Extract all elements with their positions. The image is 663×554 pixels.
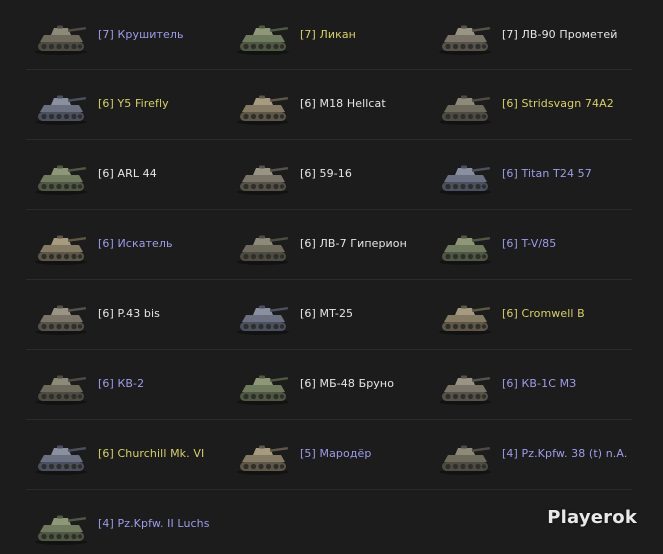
tank-name: [6] Cromwell B [502, 307, 585, 320]
tank-icon [436, 224, 494, 266]
tank-icon [234, 84, 292, 126]
tank-name: [6] T-V/85 [502, 237, 557, 250]
watermark-logo: Playerok [547, 507, 637, 528]
tank-icon [439, 375, 491, 405]
tank-row: [6] Искатель [6] ЛВ-7 Гиперион [6] T-V/8… [26, 210, 632, 280]
tank-icon [439, 165, 491, 195]
tank-icon [439, 305, 491, 335]
tank-item[interactable]: [6] M18 Hellcat [228, 70, 430, 139]
tank-name: [6] МБ-48 Бруно [300, 377, 395, 390]
tank-name: [5] Мародёр [300, 447, 372, 460]
tank-name: [6] КВ-2 [98, 377, 145, 390]
tank-list: [7] Крушитель [7] Ликан [7] ЛВ-90 Промет… [26, 0, 632, 554]
tank-icon [237, 445, 289, 475]
tank-name: [6] Y5 Firefly [98, 97, 169, 110]
tank-item[interactable]: [6] T-V/85 [430, 210, 632, 279]
tank-item[interactable]: [7] Крушитель [26, 0, 228, 69]
tank-icon [35, 235, 87, 265]
tank-icon [436, 294, 494, 336]
tank-name: [4] Pz.Kpfw. II Luchs [98, 517, 210, 530]
tank-icon [32, 364, 90, 406]
tank-item[interactable]: [6] Stridsvagn 74A2 [430, 70, 632, 139]
tank-row: [4] Pz.Kpfw. II Luchs [26, 490, 632, 554]
tank-item[interactable]: [6] 59-16 [228, 140, 430, 209]
tank-icon [32, 434, 90, 476]
tank-icon [237, 235, 289, 265]
tank-icon [436, 364, 494, 406]
tank-name: [7] Ликан [300, 28, 356, 41]
tank-icon [35, 305, 87, 335]
tank-icon [234, 364, 292, 406]
tank-icon [234, 154, 292, 196]
tank-item[interactable]: [6] Titan T24 57 [430, 140, 632, 209]
tank-icon [234, 224, 292, 266]
tank-name: [6] ARL 44 [98, 167, 157, 180]
tank-icon [234, 434, 292, 476]
tank-row: [7] Крушитель [7] Ликан [7] ЛВ-90 Промет… [26, 0, 632, 70]
tank-item[interactable]: [6] P.43 bis [26, 280, 228, 349]
tank-icon [436, 434, 494, 476]
tank-name: [6] Искатель [98, 237, 173, 250]
tank-icon [436, 154, 494, 196]
tank-icon [32, 84, 90, 126]
tank-item[interactable]: [6] Churchill Mk. VI [26, 420, 228, 489]
tank-item[interactable]: [6] ЛВ-7 Гиперион [228, 210, 430, 279]
tank-icon [32, 294, 90, 336]
tank-item[interactable]: [4] Pz.Kpfw. 38 (t) n.A. [430, 420, 632, 489]
tank-item[interactable]: [6] Cromwell B [430, 280, 632, 349]
tank-name: [7] ЛВ-90 Прометей [502, 28, 618, 41]
tank-icon [237, 165, 289, 195]
tank-row: [6] Churchill Mk. VI [5] Мародёр [4] Pz.… [26, 420, 632, 490]
tank-item[interactable]: [7] ЛВ-90 Прометей [430, 0, 632, 69]
tank-item[interactable]: [6] Искатель [26, 210, 228, 279]
tank-name: [6] Titan T24 57 [502, 167, 592, 180]
tank-item[interactable]: [7] Ликан [228, 0, 430, 69]
tank-row: [6] Y5 Firefly [6] M18 Hellcat [6] Strid… [26, 70, 632, 140]
tank-icon [32, 224, 90, 266]
tank-item[interactable]: [6] Y5 Firefly [26, 70, 228, 139]
tank-name: [6] Stridsvagn 74A2 [502, 97, 614, 110]
tank-icon [237, 95, 289, 125]
tank-item[interactable]: [4] Pz.Kpfw. II Luchs [26, 490, 228, 554]
tank-icon [436, 84, 494, 126]
tank-icon [35, 445, 87, 475]
tank-icon [436, 14, 494, 56]
tank-item[interactable]: [6] КВ-2 [26, 350, 228, 419]
tank-icon [234, 294, 292, 336]
tank-icon [439, 235, 491, 265]
tank-icon [237, 25, 289, 55]
tank-row: [6] КВ-2 [6] МБ-48 Бруно [6] КВ-1С МЗ [26, 350, 632, 420]
tank-icon [237, 305, 289, 335]
tank-item[interactable]: [6] MT-25 [228, 280, 430, 349]
tank-item[interactable]: [5] Мародёр [228, 420, 430, 489]
tank-icon [32, 14, 90, 56]
tank-icon [234, 14, 292, 56]
tank-name: [7] Крушитель [98, 28, 184, 41]
tank-item[interactable]: [6] ARL 44 [26, 140, 228, 209]
tank-row: [6] P.43 bis [6] MT-25 [6] Cromwell B [26, 280, 632, 350]
tank-icon [35, 515, 87, 545]
tank-name: [6] Churchill Mk. VI [98, 447, 205, 460]
tank-icon [439, 25, 491, 55]
tank-icon [35, 95, 87, 125]
tank-name: [6] MT-25 [300, 307, 354, 320]
tank-icon [35, 25, 87, 55]
tank-icon [35, 375, 87, 405]
tank-row: [6] ARL 44 [6] 59-16 [6] Titan T24 57 [26, 140, 632, 210]
tank-icon [237, 375, 289, 405]
tank-name: [6] 59-16 [300, 167, 352, 180]
tank-icon [32, 504, 90, 546]
tank-icon [32, 154, 90, 196]
tank-icon [439, 95, 491, 125]
tank-item[interactable]: [6] КВ-1С МЗ [430, 350, 632, 419]
tank-name: [6] ЛВ-7 Гиперион [300, 237, 407, 250]
tank-name: [4] Pz.Kpfw. 38 (t) n.A. [502, 447, 628, 460]
tank-icon [439, 445, 491, 475]
tank-name: [6] M18 Hellcat [300, 97, 386, 110]
tank-icon [35, 165, 87, 195]
tank-name: [6] P.43 bis [98, 307, 160, 320]
tank-item[interactable]: [6] МБ-48 Бруно [228, 350, 430, 419]
tank-name: [6] КВ-1С МЗ [502, 377, 577, 390]
